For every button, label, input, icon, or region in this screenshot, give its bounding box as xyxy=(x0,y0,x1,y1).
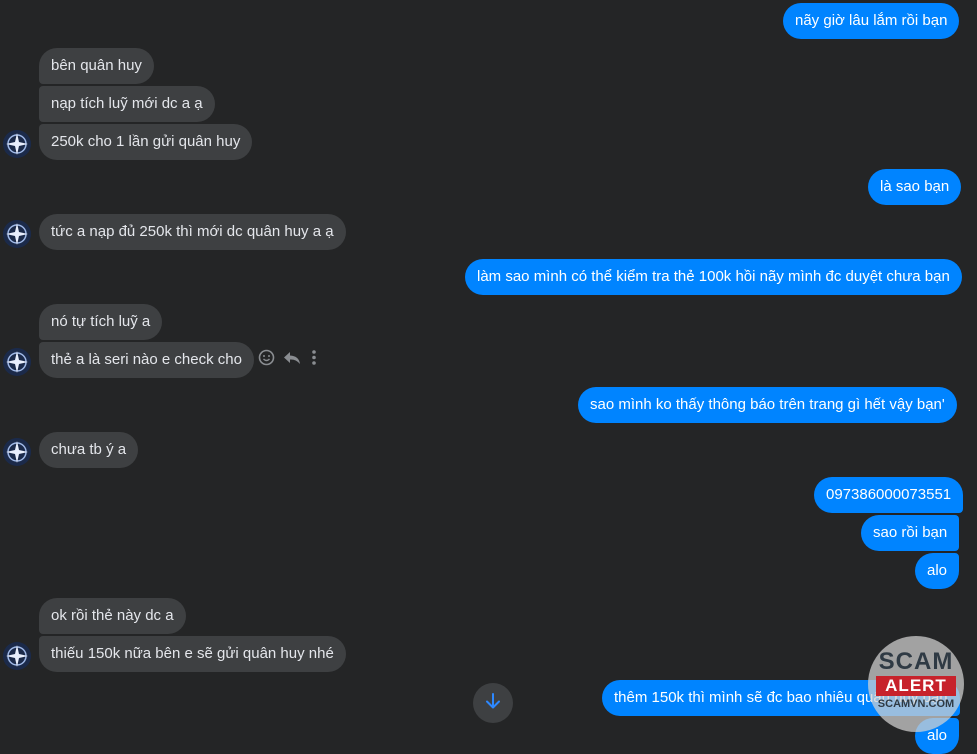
incoming-message[interactable]: nạp tích luỹ mới dc a ạ xyxy=(39,86,215,122)
avatar[interactable] xyxy=(3,130,31,158)
incoming-message[interactable]: ok rồi thẻ này dc a xyxy=(39,598,186,634)
watermark-line1: SCAM xyxy=(878,648,954,675)
watermark-line3: SCAMVN.COM xyxy=(877,698,955,710)
incoming-message[interactable]: nó tự tích luỹ a xyxy=(39,304,163,340)
incoming-message[interactable]: thẻ a là seri nào e check cho xyxy=(39,342,254,378)
more-icon[interactable] xyxy=(309,349,319,366)
avatar[interactable] xyxy=(3,348,31,376)
scam-alert-watermark: SCAM ALERT SCAMVN.COM xyxy=(868,636,964,732)
scroll-to-bottom-button[interactable] xyxy=(473,683,513,723)
incoming-message[interactable]: thiếu 150k nữa bên e sẽ gửi quân huy nhé xyxy=(39,636,346,672)
incoming-message[interactable]: chưa tb ý a xyxy=(39,432,139,468)
outgoing-message[interactable]: nãy giờ lâu lắm rồi bạn xyxy=(783,3,960,39)
incoming-message[interactable]: tức a nạp đủ 250k thì mới dc quân huy a … xyxy=(39,214,346,250)
avatar[interactable] xyxy=(3,438,31,466)
outgoing-message[interactable]: sao rồi bạn xyxy=(861,515,960,551)
outgoing-message[interactable]: là sao bạn xyxy=(868,169,962,205)
incoming-message[interactable]: bên quân huy xyxy=(39,48,154,84)
smile-icon[interactable] xyxy=(258,349,275,366)
message-actions xyxy=(258,349,319,366)
arrow-down-icon xyxy=(484,692,502,714)
incoming-message[interactable]: 250k cho 1 lần gửi quân huy xyxy=(39,124,253,160)
outgoing-message[interactable]: alo xyxy=(915,553,960,589)
outgoing-message[interactable]: sao mình ko thấy thông báo trên trang gì… xyxy=(578,387,957,423)
watermark-line2: ALERT xyxy=(876,676,956,696)
outgoing-message[interactable]: 097386000073551 xyxy=(814,477,964,513)
avatar[interactable] xyxy=(3,220,31,248)
reply-icon[interactable] xyxy=(283,349,301,366)
avatar[interactable] xyxy=(3,642,31,670)
outgoing-message[interactable]: làm sao mình có thể kiểm tra thẻ 100k hồ… xyxy=(465,259,962,295)
